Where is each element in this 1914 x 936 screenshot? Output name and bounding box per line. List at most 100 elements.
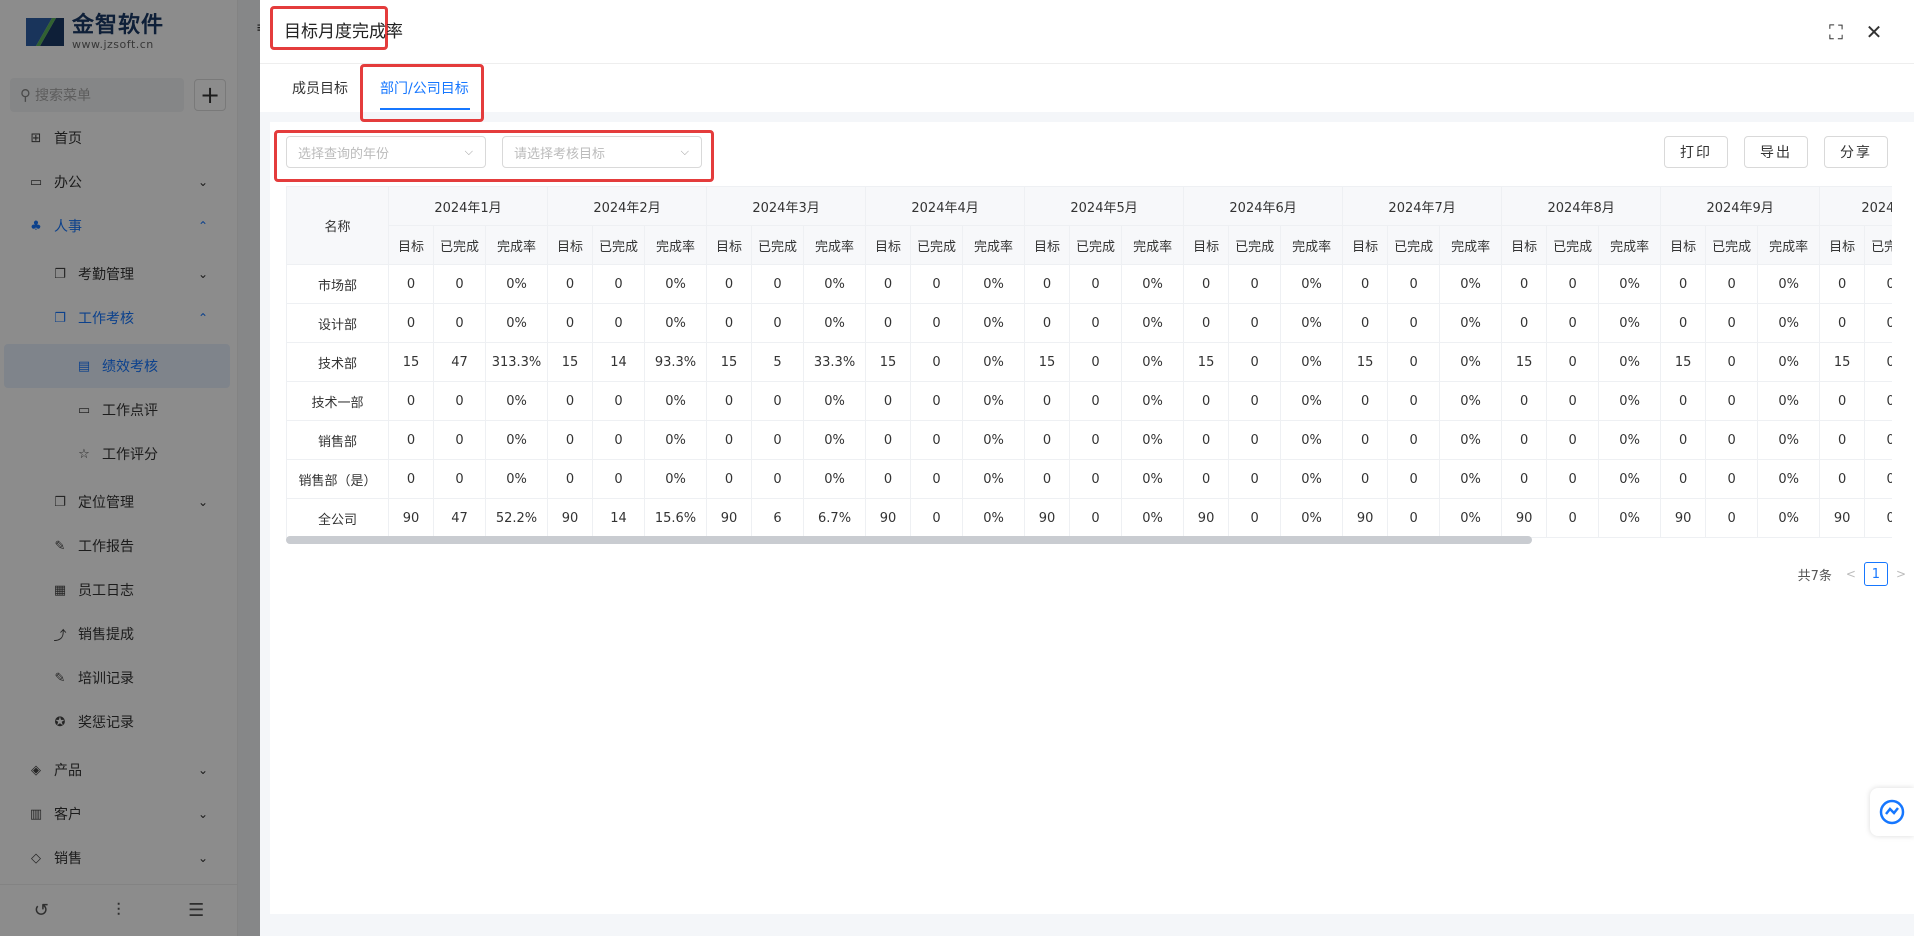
- table-cell: 0%: [484, 459, 549, 499]
- table-cell: 0: [1501, 459, 1548, 499]
- page-1-button[interactable]: 1: [1863, 562, 1888, 586]
- table-cell: 0: [1864, 303, 1892, 343]
- month-header: 2024年2月: [547, 186, 708, 226]
- fullscreen-icon[interactable]: ⛶: [1824, 20, 1848, 44]
- table-cell: 0%: [1598, 264, 1662, 304]
- prev-page-icon[interactable]: <: [1846, 567, 1856, 581]
- table-cell: 0: [706, 420, 753, 460]
- row-name: 销售部: [286, 420, 389, 460]
- table-cell: 313.3%: [484, 342, 549, 382]
- table-cell: 0: [706, 381, 753, 421]
- table-cell: 0: [910, 381, 964, 421]
- table-cell: 0%: [1121, 342, 1185, 382]
- export-button[interactable]: 导出: [1744, 136, 1808, 168]
- table-cell: 0: [388, 459, 434, 499]
- table-cell: 0: [1546, 303, 1600, 343]
- sub-header: 目标: [1819, 225, 1866, 265]
- table-cell: 0: [388, 420, 434, 460]
- row-name: 全公司: [286, 498, 389, 538]
- table-cell: 0%: [962, 459, 1026, 499]
- table-cell: 0: [592, 459, 646, 499]
- table-cell: 0%: [1280, 498, 1344, 538]
- table-cell: 0: [1546, 498, 1600, 538]
- table-cell: 0: [1387, 420, 1441, 460]
- table-cell: 0: [1024, 303, 1071, 343]
- table-cell: 0%: [1598, 498, 1662, 538]
- table-cell: 0%: [1757, 381, 1821, 421]
- table-cell: 0%: [1439, 459, 1503, 499]
- row-name: 技术部: [286, 342, 389, 382]
- table-cell: 0: [751, 459, 805, 499]
- table-cell: 0: [1864, 498, 1892, 538]
- table-cell: 0: [433, 381, 486, 421]
- table-cell: 0: [547, 264, 594, 304]
- table-cell: 0: [433, 264, 486, 304]
- table-cell: 0: [1660, 264, 1707, 304]
- table-cell: 0: [1069, 264, 1123, 304]
- table-cell: 0: [1228, 498, 1282, 538]
- table-cell: 0%: [1439, 381, 1503, 421]
- table-cell: 0%: [484, 303, 549, 343]
- table-cell: 0%: [962, 420, 1026, 460]
- table-cell: 0: [1819, 303, 1866, 343]
- table-cell: 0: [1864, 342, 1892, 382]
- table-cell: 0: [1501, 381, 1548, 421]
- table-cell: 0: [1864, 264, 1892, 304]
- table-cell: 14: [592, 342, 646, 382]
- table-cell: 0: [910, 420, 964, 460]
- print-button[interactable]: 打印: [1664, 136, 1728, 168]
- table-cell: 0: [1069, 420, 1123, 460]
- table-cell: 0: [1228, 342, 1282, 382]
- sub-header: 完成率: [1757, 225, 1821, 265]
- month-header: 2024年1月: [387, 186, 549, 226]
- sub-header: 完成率: [1280, 225, 1344, 265]
- table-cell: 0: [1069, 342, 1123, 382]
- table-cell: 0: [865, 264, 912, 304]
- table-cell: 0: [1819, 420, 1866, 460]
- sub-header: 目标: [1183, 225, 1230, 265]
- table-cell: 0: [1705, 381, 1759, 421]
- table-cell: 15: [1024, 342, 1071, 382]
- table-cell: 0: [1183, 303, 1230, 343]
- share-button[interactable]: 分享: [1824, 136, 1888, 168]
- table-row: 销售部 0 0 0% 0 0 0% 0 0 0% 0 0 0% 0 0 0% 0 0 0% 0 0 0% 0 0 0% 0 0 0% 0…: [286, 420, 1892, 460]
- table-row: 全公司 90 47 52.2% 90 14 15.6% 90 6 6.7% 90 0 0% 90 0 0% 90…: [286, 498, 1892, 538]
- sub-header: 目标: [1342, 225, 1389, 265]
- table-cell: 0: [1546, 420, 1600, 460]
- table-cell: 0: [706, 303, 753, 343]
- table-cell: 6.7%: [803, 498, 867, 538]
- sub-header: 完成率: [484, 225, 549, 265]
- table-cell: 0%: [644, 303, 708, 343]
- table-row: 市场部 0 0 0% 0 0 0% 0 0 0% 0 0 0% 0 0 0% 0 0 0% 0 0 0% 0 0 0% 0 0 0% 0…: [286, 264, 1892, 304]
- close-icon[interactable]: ✕: [1862, 20, 1886, 44]
- next-page-icon[interactable]: >: [1896, 567, 1906, 581]
- table-cell: 0: [547, 303, 594, 343]
- horizontal-scrollbar[interactable]: [286, 536, 1532, 544]
- table-cell: 0%: [1280, 264, 1344, 304]
- table-cell: 0%: [962, 264, 1026, 304]
- table-cell: 0: [706, 459, 753, 499]
- table-cell: 0: [1819, 381, 1866, 421]
- table-cell: 0: [1024, 420, 1071, 460]
- table-cell: 5: [751, 342, 805, 382]
- assistant-float-button[interactable]: [1870, 788, 1914, 836]
- table-cell: 0: [1024, 264, 1071, 304]
- name-header: 名称: [286, 186, 389, 265]
- table-cell: 15: [1501, 342, 1548, 382]
- table-cell: 0: [1387, 498, 1441, 538]
- table-cell: 6: [751, 498, 805, 538]
- table-cell: 0: [910, 303, 964, 343]
- table-cell: 0: [592, 264, 646, 304]
- table-cell: 0%: [1280, 381, 1344, 421]
- assistant-icon: [1879, 799, 1905, 825]
- table-cell: 0%: [803, 459, 867, 499]
- sub-header: 已完成: [1069, 225, 1123, 265]
- table-cell: 0: [910, 264, 964, 304]
- table-cell: 0: [751, 420, 805, 460]
- table-cell: 0: [1228, 459, 1282, 499]
- tab-member-target[interactable]: 成员目标: [292, 78, 348, 98]
- table-cell: 15: [706, 342, 753, 382]
- table-cell: 0: [388, 264, 434, 304]
- table-cell: 0: [1660, 420, 1707, 460]
- pagination: 共7条 < 1 >: [1798, 562, 1906, 586]
